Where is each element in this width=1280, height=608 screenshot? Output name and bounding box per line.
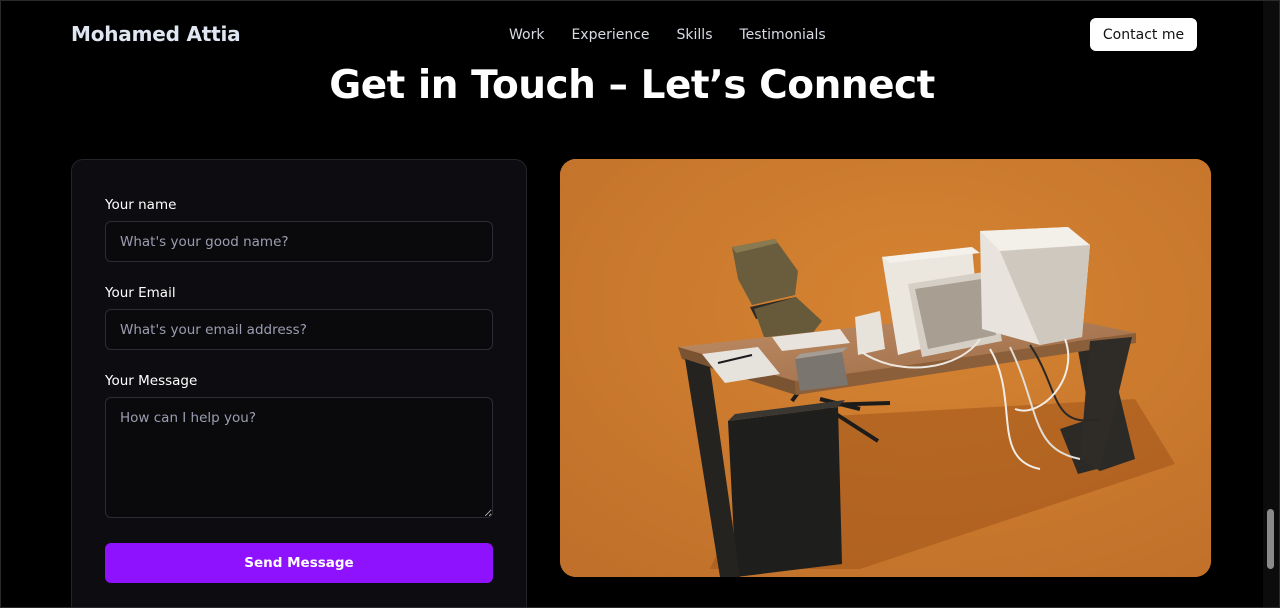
nav-link-work[interactable]: Work (509, 27, 544, 43)
contact-form: Your name Your Email Your Message Send M… (71, 159, 527, 607)
desk-illustration-icon (560, 159, 1211, 577)
nav-link-skills[interactable]: Skills (677, 27, 713, 43)
message-label: Your Message (105, 373, 198, 389)
message-textarea[interactable] (105, 397, 493, 518)
contact-page: Mohamed Attia Work Experience Skills Tes… (0, 0, 1280, 608)
name-label: Your name (105, 197, 177, 213)
drawer-cabinet (728, 407, 842, 577)
nav-links: Work Experience Skills Testimonials (509, 27, 826, 43)
name-input[interactable] (105, 221, 493, 262)
email-label: Your Email (105, 285, 176, 301)
send-message-button[interactable]: Send Message (105, 543, 493, 583)
desk-speaker (855, 311, 885, 355)
page-title: Get in Touch – Let’s Connect (329, 63, 935, 108)
brand-logo[interactable]: Mohamed Attia (71, 22, 241, 46)
navbar: Mohamed Attia Work Experience Skills Tes… (1, 1, 1263, 71)
desk-scene (560, 159, 1211, 577)
scrollbar-thumb[interactable] (1267, 509, 1274, 569)
desk-radio (795, 352, 848, 391)
email-input[interactable] (105, 309, 493, 350)
nav-link-experience[interactable]: Experience (571, 27, 649, 43)
nav-link-testimonials[interactable]: Testimonials (740, 27, 826, 43)
contact-me-button[interactable]: Contact me (1090, 18, 1197, 51)
